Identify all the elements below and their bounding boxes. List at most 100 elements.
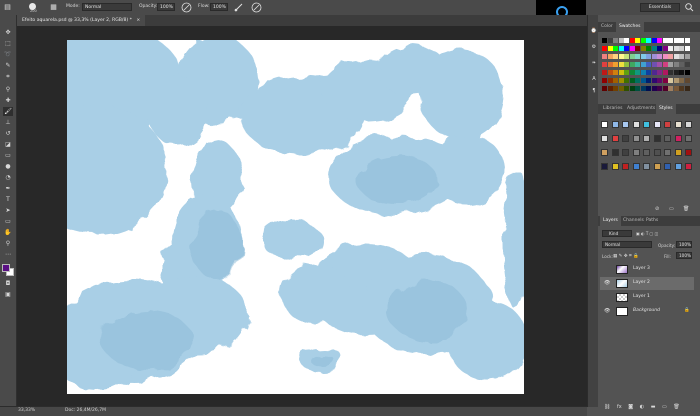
color-swatch[interactable] bbox=[662, 38, 668, 43]
blend-mode-dropdown[interactable]: Normal bbox=[602, 241, 652, 248]
color-swatch[interactable] bbox=[657, 38, 662, 43]
style-preset[interactable] bbox=[632, 121, 640, 128]
color-swatch[interactable] bbox=[646, 78, 651, 83]
hand-tool-icon[interactable]: ✋ bbox=[3, 228, 13, 237]
zoom-level[interactable]: 33,33% bbox=[18, 408, 35, 413]
style-preset[interactable] bbox=[643, 135, 650, 142]
style-preset[interactable] bbox=[664, 149, 671, 156]
style-preset[interactable] bbox=[643, 149, 650, 156]
history-panel-icon[interactable]: ⌚ bbox=[590, 27, 598, 35]
color-swatch[interactable] bbox=[640, 62, 646, 67]
document-canvas[interactable] bbox=[67, 40, 524, 394]
color-swatch[interactable] bbox=[657, 78, 662, 83]
color-swatch[interactable] bbox=[624, 78, 629, 83]
color-swatch[interactable] bbox=[602, 62, 607, 67]
color-swatch[interactable] bbox=[646, 70, 651, 75]
color-swatch[interactable] bbox=[679, 86, 684, 91]
brush-tool-icon[interactable]: 🖌 bbox=[3, 107, 13, 116]
style-preset[interactable] bbox=[611, 121, 619, 128]
color-swatch[interactable] bbox=[673, 86, 679, 91]
document-tab-close[interactable]: × bbox=[136, 18, 140, 23]
style-preset[interactable] bbox=[643, 121, 650, 128]
color-swatch[interactable] bbox=[613, 86, 618, 91]
properties-panel-icon[interactable]: ⚙ bbox=[590, 43, 598, 51]
color-swatch[interactable] bbox=[624, 70, 629, 75]
color-swatch[interactable] bbox=[668, 86, 673, 91]
new-group-icon[interactable]: ▬ bbox=[651, 404, 656, 410]
color-swatch[interactable] bbox=[635, 70, 640, 75]
tab-paths[interactable]: Paths bbox=[643, 216, 661, 226]
style-preset[interactable] bbox=[622, 163, 629, 170]
color-swatch[interactable] bbox=[668, 38, 673, 43]
color-swatch[interactable] bbox=[684, 86, 690, 91]
lock-icons[interactable]: ▦ ✎ ✥ ⌗ 🔒 bbox=[613, 253, 639, 259]
style-preset[interactable] bbox=[632, 163, 640, 170]
color-swatch[interactable] bbox=[657, 46, 662, 51]
style-preset[interactable] bbox=[611, 135, 619, 142]
flow-input[interactable]: 100% bbox=[210, 3, 228, 11]
pressure-size-icon[interactable] bbox=[251, 2, 262, 13]
color-swatch[interactable] bbox=[657, 54, 662, 59]
tab-adjustments[interactable]: Adjustments bbox=[624, 104, 658, 114]
color-swatch[interactable] bbox=[662, 46, 668, 51]
tab-styles[interactable]: Styles bbox=[656, 104, 676, 114]
delete-style-icon[interactable]: 🗑 bbox=[683, 206, 689, 212]
color-swatch[interactable] bbox=[635, 86, 640, 91]
layer-filter-kind[interactable]: Kind bbox=[602, 230, 632, 237]
search-icon[interactable] bbox=[684, 2, 695, 13]
airbrush-icon[interactable] bbox=[233, 2, 244, 13]
color-swatch[interactable] bbox=[651, 46, 657, 51]
color-swatch[interactable] bbox=[629, 86, 635, 91]
color-swatch[interactable] bbox=[618, 78, 624, 83]
eyedropper-tool-icon[interactable]: ⚲ bbox=[3, 85, 13, 94]
color-swatch[interactable] bbox=[651, 78, 657, 83]
color-swatch[interactable] bbox=[679, 78, 684, 83]
link-layers-icon[interactable]: ⛓ bbox=[604, 404, 610, 410]
style-preset[interactable] bbox=[611, 163, 619, 170]
color-swatch[interactable] bbox=[624, 38, 629, 43]
layer-row[interactable]: 👁 Background 🔒 bbox=[600, 305, 694, 318]
color-swatch[interactable] bbox=[679, 38, 684, 43]
style-preset[interactable] bbox=[611, 149, 619, 156]
color-swatch[interactable] bbox=[668, 70, 673, 75]
style-preset[interactable] bbox=[664, 163, 671, 170]
color-swatch[interactable] bbox=[662, 78, 668, 83]
fill-input[interactable]: 100% bbox=[676, 252, 692, 259]
color-swatch[interactable] bbox=[684, 70, 690, 75]
style-preset[interactable] bbox=[632, 135, 640, 142]
pen-tool-icon[interactable]: ✒ bbox=[3, 184, 13, 193]
color-swatch[interactable] bbox=[651, 70, 657, 75]
visibility-eye-icon[interactable]: 👁 bbox=[604, 308, 610, 314]
style-preset[interactable] bbox=[685, 163, 692, 170]
clear-style-icon[interactable]: ⊘ bbox=[655, 206, 659, 212]
color-swatch[interactable] bbox=[618, 70, 624, 75]
color-swatch[interactable] bbox=[607, 46, 613, 51]
layer-filter-icons[interactable]: ▣ ◐ T ▢ ◫ bbox=[636, 231, 658, 236]
layer-name[interactable]: Layer 3 bbox=[633, 266, 650, 271]
foreground-color-swatch[interactable] bbox=[2, 264, 10, 272]
color-swatch[interactable] bbox=[673, 54, 679, 59]
style-preset[interactable] bbox=[653, 135, 661, 142]
color-swatch[interactable] bbox=[607, 86, 613, 91]
zoom-tool-icon[interactable]: ⚲ bbox=[3, 239, 13, 248]
color-swatch[interactable] bbox=[646, 46, 651, 51]
brush-settings-icon[interactable]: ▦ bbox=[48, 2, 59, 13]
color-swatch[interactable] bbox=[629, 78, 635, 83]
color-swatch[interactable] bbox=[635, 62, 640, 67]
color-swatch[interactable] bbox=[673, 38, 679, 43]
color-swatch[interactable] bbox=[662, 70, 668, 75]
color-swatch[interactable] bbox=[640, 70, 646, 75]
quick-mask-icon[interactable]: ◘ bbox=[3, 279, 13, 288]
color-swatch[interactable] bbox=[679, 54, 684, 59]
gradient-tool-icon[interactable]: ▭ bbox=[3, 151, 13, 160]
tab-swatches[interactable]: Swatches bbox=[616, 22, 644, 32]
path-selection-tool-icon[interactable]: ➤ bbox=[3, 206, 13, 215]
color-swatch[interactable] bbox=[640, 46, 646, 51]
character-panel-icon[interactable]: A bbox=[590, 75, 598, 83]
color-swatch[interactable] bbox=[640, 54, 646, 59]
healing-brush-tool-icon[interactable]: ✚ bbox=[3, 96, 13, 105]
style-preset[interactable] bbox=[674, 149, 682, 156]
color-swatch[interactable] bbox=[624, 54, 629, 59]
history-brush-tool-icon[interactable]: ↺ bbox=[3, 129, 13, 138]
color-swatch[interactable] bbox=[684, 54, 690, 59]
